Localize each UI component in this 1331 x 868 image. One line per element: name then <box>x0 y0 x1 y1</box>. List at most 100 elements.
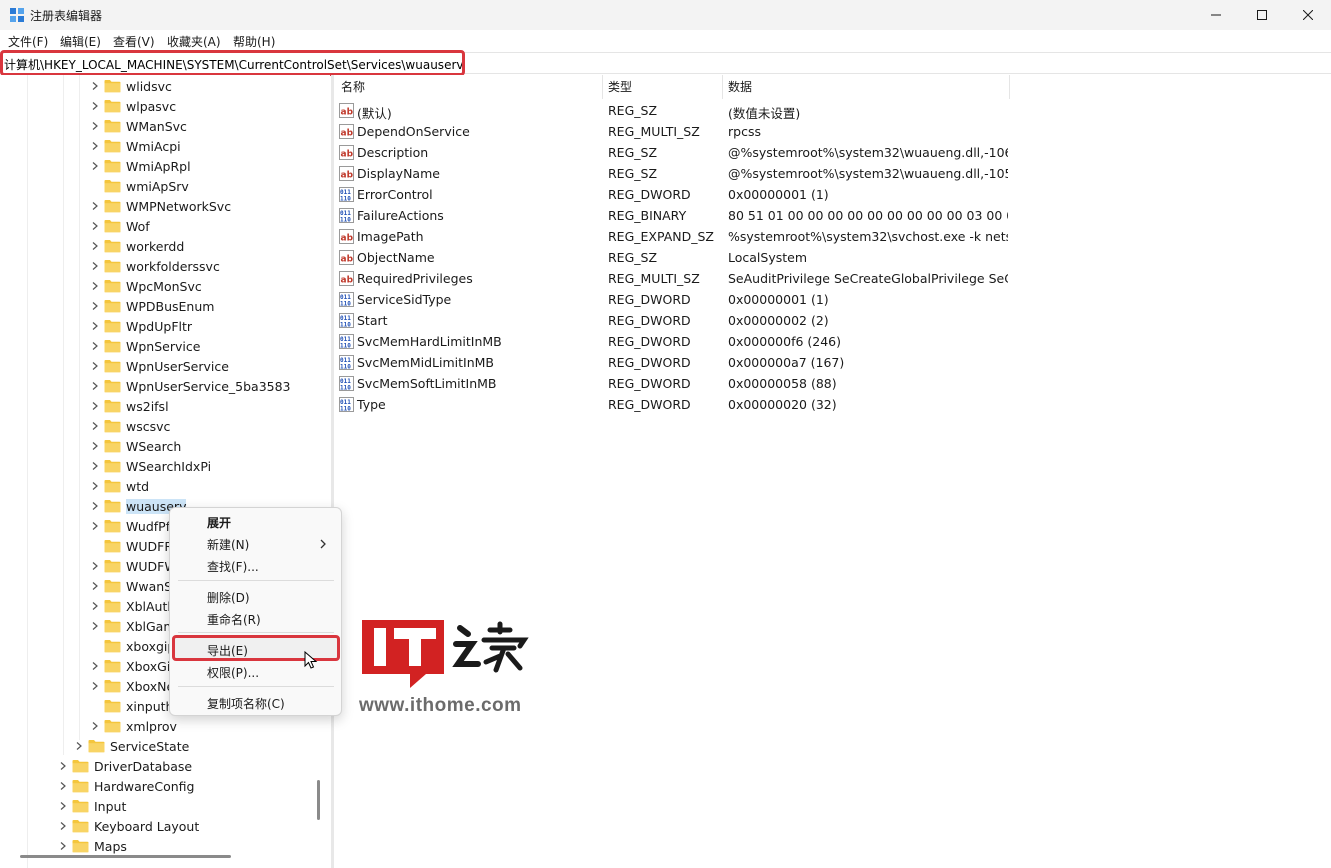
tree-item[interactable]: ServiceState <box>74 736 189 756</box>
tree-horizontal-scrollbar[interactable] <box>20 855 231 858</box>
chevron-right-icon[interactable] <box>90 321 100 331</box>
tree-vertical-scrollbar[interactable] <box>317 780 320 820</box>
value-row[interactable]: ab DependOnService REG_MULTI_SZ rpcss <box>334 121 1014 142</box>
value-row[interactable]: 011 110 FailureActions REG_BINARY 80 51 01 0… <box>334 205 1014 226</box>
value-row[interactable]: 011 110 Type REG_DWORD 0x00000020 (32) <box>334 394 1014 415</box>
tree-item[interactable]: Maps <box>58 836 127 856</box>
chevron-right-icon[interactable] <box>90 421 100 431</box>
tree-item[interactable]: Keyboard Layout <box>58 816 199 836</box>
tree-item[interactable]: WpnUserService <box>90 356 229 376</box>
chevron-right-icon[interactable] <box>58 841 68 851</box>
chevron-right-icon[interactable] <box>90 721 100 731</box>
chevron-right-icon[interactable] <box>90 101 100 111</box>
chevron-right-icon[interactable] <box>90 281 100 291</box>
chevron-right-icon[interactable] <box>90 121 100 131</box>
tree-item[interactable]: xmlprov <box>90 716 177 736</box>
chevron-right-icon[interactable] <box>58 781 68 791</box>
menu-favorites[interactable]: 收藏夹(A) <box>167 33 221 50</box>
ctx-copy-key-name[interactable]: 复制项名称(C) <box>207 695 285 712</box>
chevron-right-icon[interactable] <box>58 821 68 831</box>
tree-item[interactable]: xboxgip <box>90 636 175 656</box>
ctx-find[interactable]: 查找(F)... <box>207 558 259 575</box>
value-row[interactable]: 011 110 ErrorControl REG_DWORD 0x00000001 (1… <box>334 184 1014 205</box>
chevron-right-icon[interactable] <box>90 521 100 531</box>
menu-file[interactable]: 文件(F) <box>8 33 48 50</box>
tree-item[interactable]: WManSvc <box>90 116 187 136</box>
value-row[interactable]: 011 110 SvcMemSoftLimitInMB REG_DWORD 0x0000… <box>334 373 1014 394</box>
chevron-right-icon[interactable] <box>90 461 100 471</box>
value-row[interactable]: ab ObjectName REG_SZ LocalSystem <box>334 247 1014 268</box>
tree-item[interactable]: wlidsvc <box>90 76 172 96</box>
values-list[interactable]: 名称 类型 数据 ab (默认) REG_SZ (数值未设置) ab DependOnSe… <box>334 75 1331 868</box>
chevron-right-icon[interactable] <box>90 581 100 591</box>
ctx-export[interactable]: 导出(E) <box>207 642 248 659</box>
value-row[interactable]: ab (默认) REG_SZ (数值未设置) <box>334 100 1014 121</box>
chevron-right-icon[interactable] <box>90 681 100 691</box>
chevron-right-icon[interactable] <box>90 301 100 311</box>
ctx-new[interactable]: 新建(N) <box>207 536 249 553</box>
column-header-type[interactable]: 类型 <box>608 78 632 95</box>
column-header-data[interactable]: 数据 <box>728 78 752 95</box>
tree-item[interactable]: WPDBusEnum <box>90 296 214 316</box>
ctx-rename[interactable]: 重命名(R) <box>207 611 261 628</box>
chevron-right-icon[interactable] <box>90 501 100 511</box>
value-row[interactable]: 011 110 ServiceSidType REG_DWORD 0x00000001 … <box>334 289 1014 310</box>
column-separator[interactable] <box>722 75 723 99</box>
chevron-right-icon[interactable] <box>90 341 100 351</box>
key-tree[interactable]: wlidsvc wlpasvc WManSvc WmiAcpi WmiApRpl wmiA… <box>0 75 330 868</box>
tree-item[interactable]: Wof <box>90 216 150 236</box>
chevron-right-icon[interactable] <box>90 661 100 671</box>
chevron-right-icon[interactable] <box>74 741 84 751</box>
maximize-button[interactable] <box>1239 0 1285 30</box>
menu-view[interactable]: 查看(V) <box>113 33 155 50</box>
tree-item[interactable]: HardwareConfig <box>58 776 194 796</box>
chevron-right-icon[interactable] <box>90 441 100 451</box>
tree-item[interactable]: WSearchIdxPi <box>90 456 211 476</box>
value-row[interactable]: 011 110 Start REG_DWORD 0x00000002 (2) <box>334 310 1014 331</box>
tree-item[interactable]: DriverDatabase <box>58 756 192 776</box>
value-row[interactable]: 011 110 SvcMemMidLimitInMB REG_DWORD 0x00000… <box>334 352 1014 373</box>
chevron-right-icon[interactable] <box>90 361 100 371</box>
tree-item[interactable]: wtd <box>90 476 149 496</box>
tree-item[interactable]: wlpasvc <box>90 96 176 116</box>
tree-item[interactable]: Input <box>58 796 126 816</box>
tree-item[interactable]: WSearch <box>90 436 181 456</box>
value-row[interactable]: ab Description REG_SZ @%systemroot%\system3… <box>334 142 1014 163</box>
chevron-right-icon[interactable] <box>90 241 100 251</box>
value-row[interactable]: 011 110 SvcMemHardLimitInMB REG_DWORD 0x0000… <box>334 331 1014 352</box>
tree-item[interactable]: WUDFRd <box>90 536 181 556</box>
tree-item[interactable]: WmiAcpi <box>90 136 181 156</box>
tree-item[interactable]: WpcMonSvc <box>90 276 202 296</box>
chevron-right-icon[interactable] <box>90 621 100 631</box>
chevron-right-icon[interactable] <box>90 81 100 91</box>
minimize-button[interactable] <box>1193 0 1239 30</box>
value-row[interactable]: ab DisplayName REG_SZ @%systemroot%\system3… <box>334 163 1014 184</box>
chevron-right-icon[interactable] <box>90 221 100 231</box>
column-separator[interactable] <box>1009 75 1010 99</box>
ctx-permissions[interactable]: 权限(P)... <box>207 664 259 681</box>
close-button[interactable] <box>1285 0 1331 30</box>
tree-item[interactable]: wscsvc <box>90 416 170 436</box>
menu-edit[interactable]: 编辑(E) <box>60 33 101 50</box>
menu-help[interactable]: 帮助(H) <box>233 33 275 50</box>
column-separator[interactable] <box>602 75 603 99</box>
chevron-right-icon[interactable] <box>90 201 100 211</box>
value-row[interactable]: ab RequiredPrivileges REG_MULTI_SZ SeAuditP… <box>334 268 1014 289</box>
tree-item[interactable]: WpnUserService_5ba3583 <box>90 376 291 396</box>
chevron-right-icon[interactable] <box>90 261 100 271</box>
tree-item[interactable]: WmiApRpl <box>90 156 191 176</box>
tree-item[interactable]: WpnService <box>90 336 200 356</box>
chevron-right-icon[interactable] <box>90 561 100 571</box>
chevron-right-icon[interactable] <box>58 801 68 811</box>
value-row[interactable]: ab ImagePath REG_EXPAND_SZ %systemroot%\sys… <box>334 226 1014 247</box>
tree-item[interactable]: workerdd <box>90 236 184 256</box>
tree-item[interactable]: wmiApSrv <box>90 176 189 196</box>
tree-item[interactable]: WpdUpFltr <box>90 316 192 336</box>
chevron-right-icon[interactable] <box>90 601 100 611</box>
chevron-right-icon[interactable] <box>58 761 68 771</box>
ctx-delete[interactable]: 删除(D) <box>207 589 250 606</box>
chevron-right-icon[interactable] <box>90 161 100 171</box>
column-header-name[interactable]: 名称 <box>341 78 365 95</box>
tree-item[interactable]: workfolderssvc <box>90 256 220 276</box>
tree-item[interactable]: WMPNetworkSvc <box>90 196 231 216</box>
